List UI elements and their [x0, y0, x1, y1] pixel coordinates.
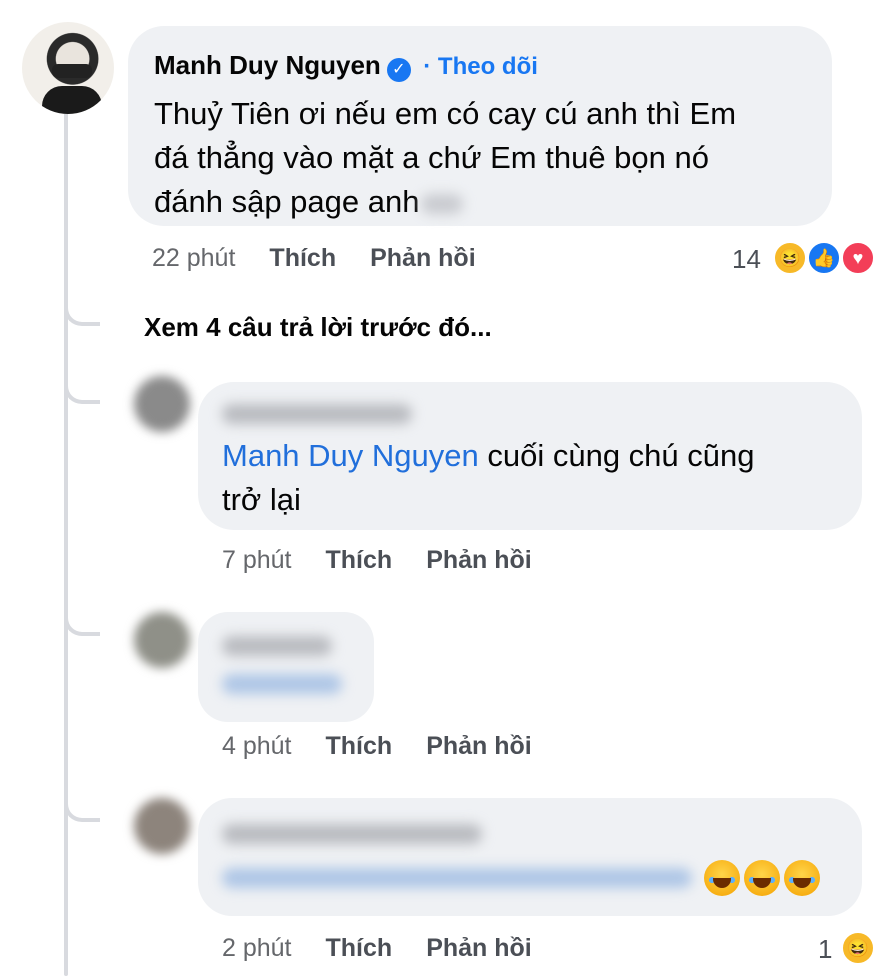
author-name[interactable] [222, 636, 332, 661]
like-button[interactable]: Thích [326, 546, 393, 574]
avatar[interactable] [22, 22, 114, 114]
tears-of-joy-icon [784, 860, 820, 896]
blurred-name [222, 404, 412, 424]
reaction-summary[interactable]: 1 😆 [818, 928, 878, 968]
reaction-summary[interactable]: 14 😆 👍 ♥ [732, 238, 882, 278]
reply-text-part: trở lại [222, 482, 301, 517]
blurred-name [222, 824, 482, 844]
comment-actions: 22 phút Thích Phản hồi [152, 244, 476, 273]
avatar[interactable] [134, 798, 190, 854]
blurred-text [222, 868, 692, 888]
blurred-text [222, 674, 342, 694]
view-previous-replies[interactable]: Xem 4 câu trả lời trước đó... [144, 312, 492, 343]
comment-text: Thuỷ Tiên ơi nếu em có cay cú anh thì Em… [154, 92, 736, 224]
blurred-name [222, 636, 332, 656]
comment-time[interactable]: 22 phút [152, 244, 235, 272]
mention-link[interactable]: Manh Duy Nguyen [222, 438, 479, 473]
reply-time[interactable]: 7 phút [222, 546, 292, 574]
thread-line [64, 112, 68, 976]
reply-time[interactable]: 4 phút [222, 732, 292, 760]
reply-time[interactable]: 2 phút [222, 934, 292, 962]
reply-button[interactable]: Phản hồi [426, 546, 532, 574]
reply-button[interactable]: Phản hồi [426, 934, 532, 962]
author-name[interactable] [222, 824, 482, 849]
tears-of-joy-icon [704, 860, 740, 896]
thread-elbow [64, 378, 100, 404]
reply-button[interactable]: Phản hồi [426, 732, 532, 760]
reaction-count: 14 [732, 244, 761, 274]
reply-actions: 4 phút Thích Phản hồi [222, 732, 532, 761]
tears-of-joy-icon [744, 860, 780, 896]
verified-badge-icon: ✓ [386, 57, 411, 82]
comment-bubble: Manh Duy Nguyen ✓ · Theo dõi Thuỷ Tiên ơi… [128, 26, 832, 226]
reply-text [222, 868, 692, 893]
love-icon: ♥ [840, 240, 876, 276]
author-name[interactable] [222, 404, 412, 429]
reply-bubble [198, 612, 374, 722]
reply-bubble [198, 798, 862, 916]
reply-button[interactable]: Phản hồi [370, 244, 476, 272]
thread-elbow [64, 300, 100, 326]
reply-bubble: Manh Duy Nguyen cuối cùng chú cũng trở l… [198, 382, 862, 530]
reply-text [222, 674, 342, 699]
haha-icon: 😆 [840, 930, 876, 966]
emoji-row [704, 860, 824, 896]
like-icon: 👍 [806, 240, 842, 276]
blurred-emoji [421, 193, 464, 214]
like-button[interactable]: Thích [326, 934, 393, 962]
thread-elbow [64, 796, 100, 822]
reply-actions: 2 phút Thích Phản hồi [222, 934, 532, 963]
like-button[interactable]: Thích [326, 732, 393, 760]
haha-icon: 😆 [772, 240, 808, 276]
reaction-count: 1 [818, 934, 833, 964]
avatar[interactable] [134, 376, 190, 432]
comment-line: đá thẳng vào mặt a chứ Em thuê bọn nó [154, 140, 710, 175]
jacket-icon [42, 86, 102, 114]
comment-line: Thuỷ Tiên ơi nếu em có cay cú anh thì Em [154, 96, 737, 131]
like-button[interactable]: Thích [269, 244, 336, 272]
follow-link[interactable]: · Theo dõi [423, 53, 538, 80]
author-name[interactable]: Manh Duy Nguyen [154, 50, 381, 80]
reply-actions: 7 phút Thích Phản hồi [222, 546, 532, 575]
comment-line: đánh sập page anh [154, 180, 736, 224]
comment-header: Manh Duy Nguyen ✓ · Theo dõi [154, 50, 538, 82]
reply-text-part: cuối cùng chú cũng [478, 438, 755, 473]
avatar[interactable] [134, 612, 190, 668]
comment-line-text: đánh sập page anh [154, 184, 420, 219]
thread-elbow [64, 610, 100, 636]
sunglasses-icon [52, 64, 92, 78]
reply-text: Manh Duy Nguyen cuối cùng chú cũng trở l… [222, 434, 852, 522]
